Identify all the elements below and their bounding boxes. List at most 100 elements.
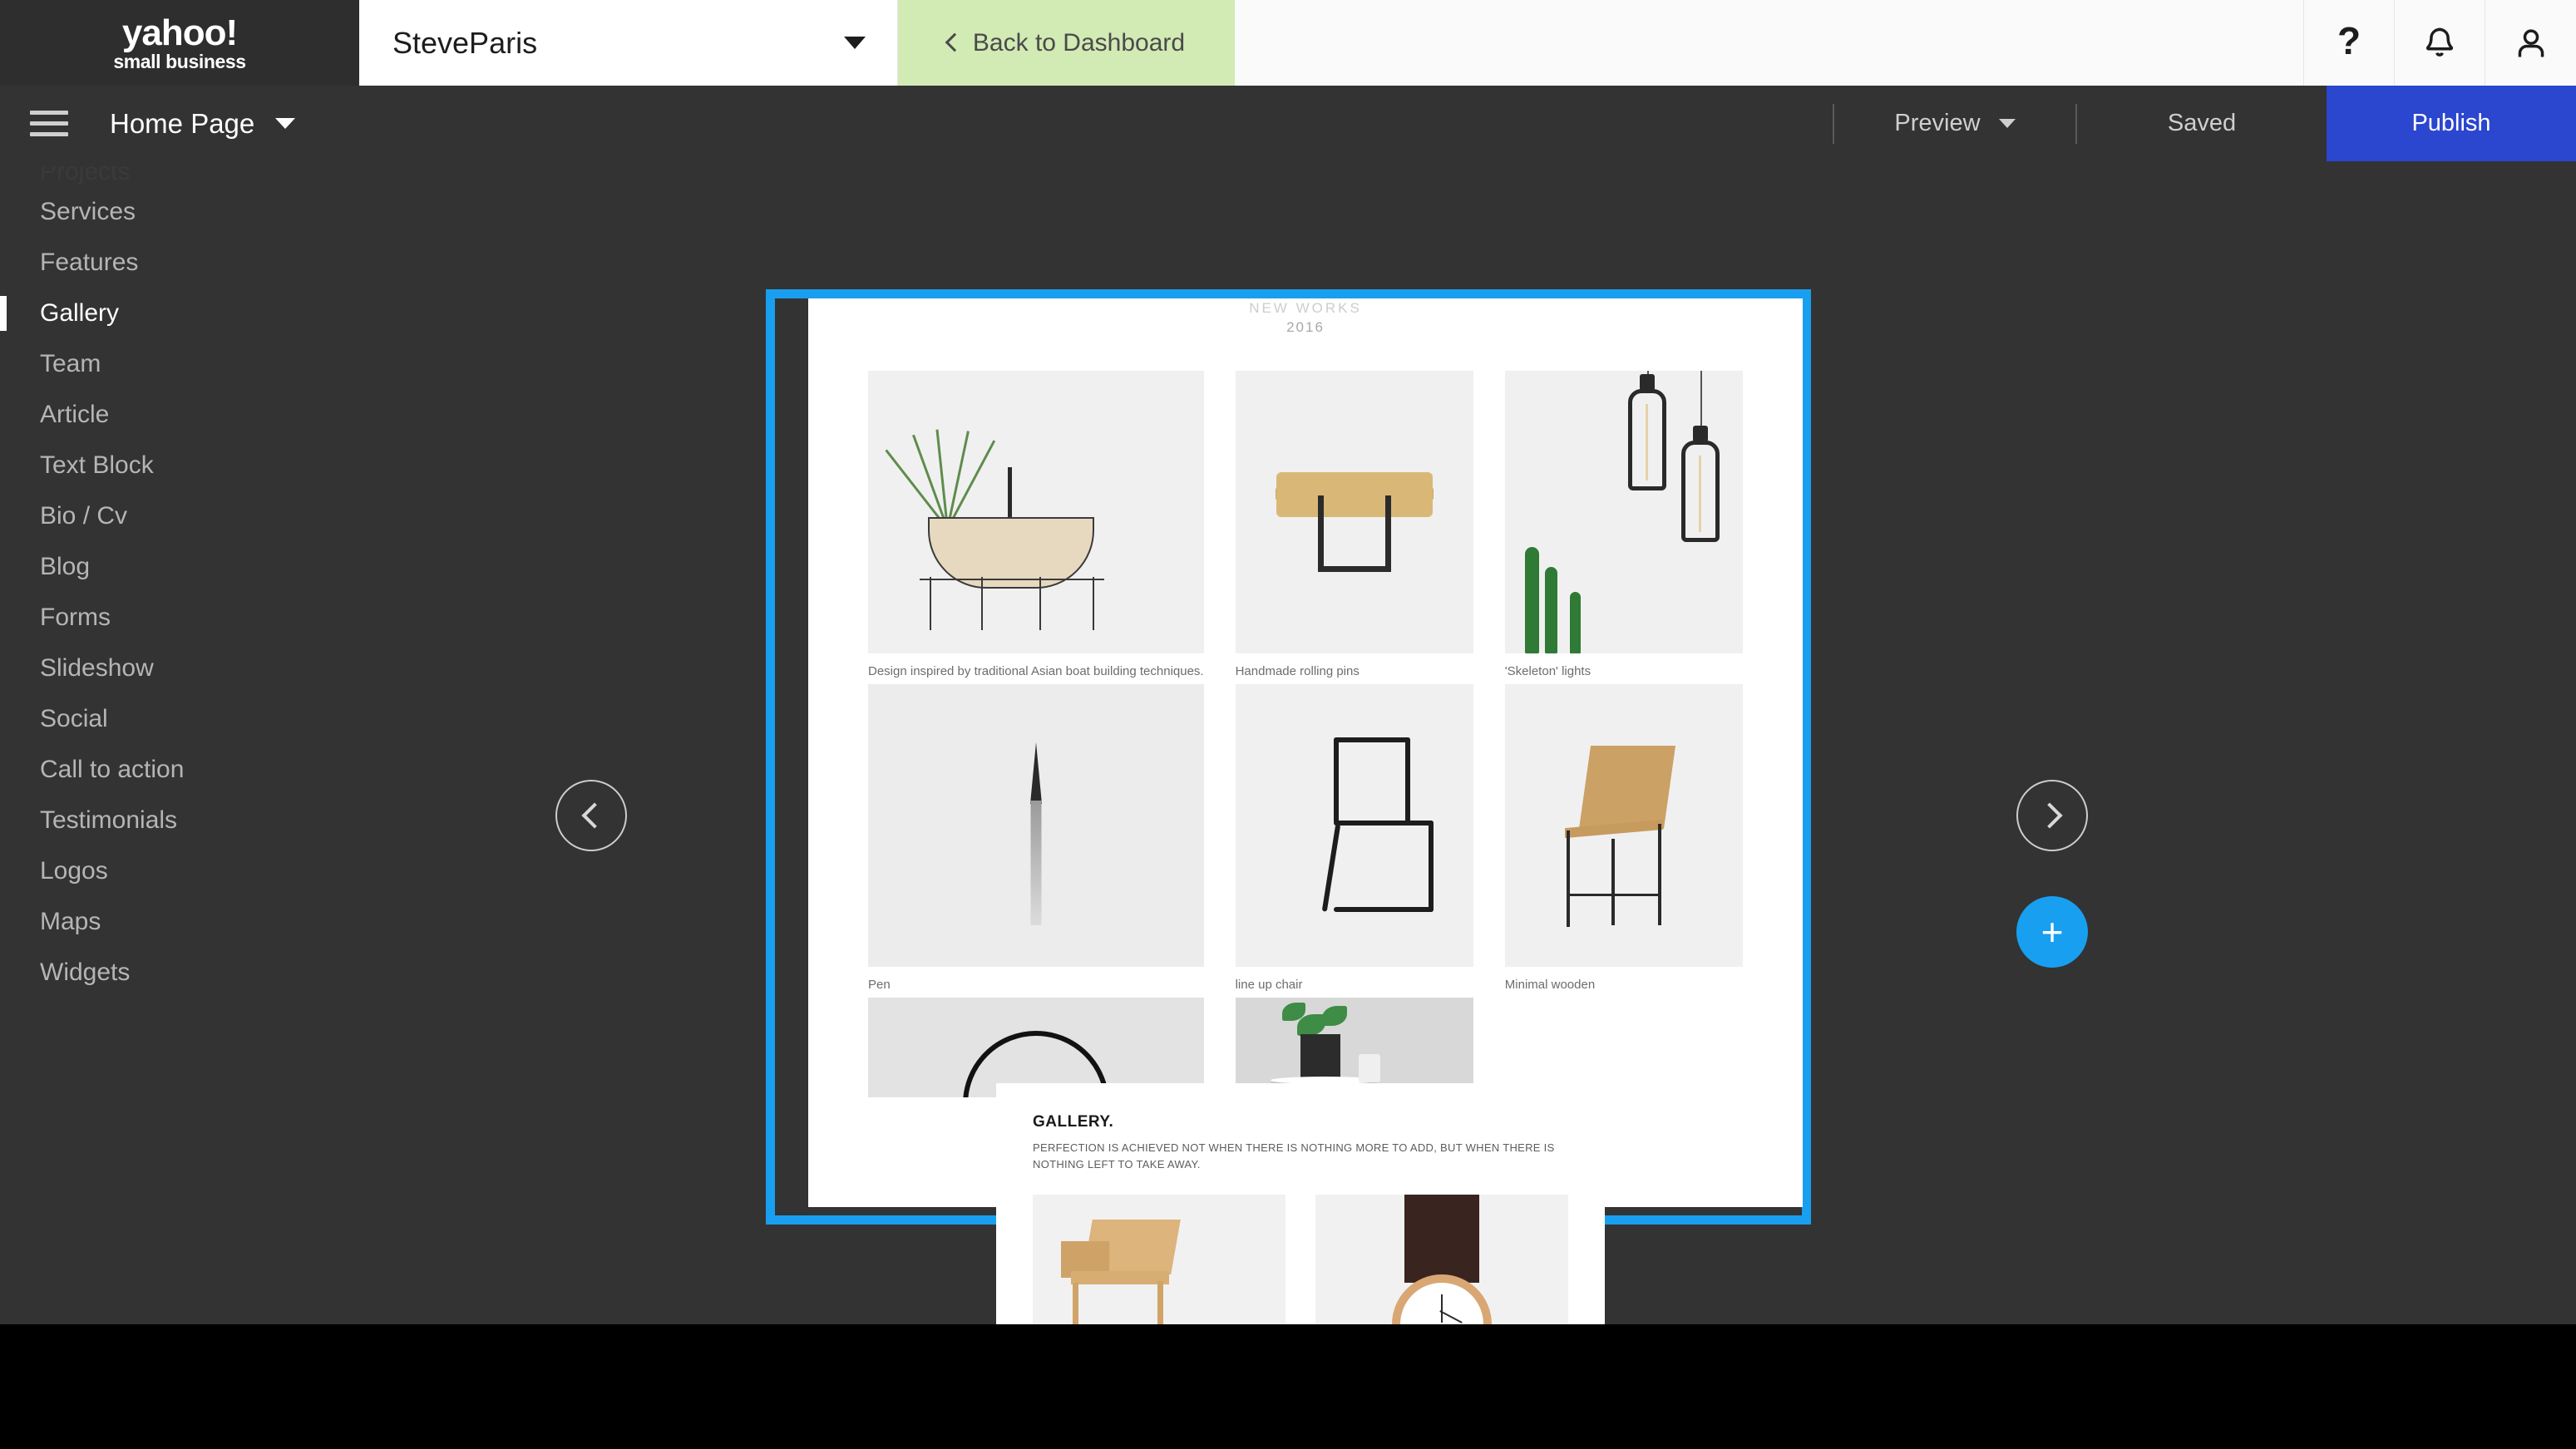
top-bar: yahoo! small business SteveParis Back to… — [0, 0, 2576, 86]
gallery-image-rolling-pins[interactable] — [1235, 371, 1473, 653]
gallery-tile[interactable]: Handmade rolling pins — [1235, 371, 1473, 684]
gallery-tile[interactable]: Minimal wooden — [1504, 684, 1743, 998]
skeleton-lights-illustration — [1505, 371, 1743, 653]
question-mark-icon: ? — [2337, 21, 2361, 62]
gallery-image-minimal-wooden[interactable] — [1504, 684, 1743, 967]
sidebar-item-social[interactable]: Social — [0, 693, 382, 744]
sidebar-item-text-block[interactable]: Text Block — [0, 440, 382, 490]
gallery-section-preview: NEW WORKS 2016 Design inspired by tradit… — [808, 298, 1803, 1207]
next-section-button[interactable] — [2016, 780, 2088, 851]
pen-illustration — [868, 684, 1204, 967]
element-sidebar[interactable]: Projects Services Features Gallery Team … — [0, 161, 382, 1324]
image-wristwatch[interactable] — [1315, 1195, 1568, 1324]
gallery-caption: line up chair — [1235, 978, 1303, 992]
toolbar-right-group: Preview Saved Publish — [1833, 86, 2576, 161]
gallery-tile[interactable]: Pen — [868, 684, 1204, 998]
chair-front-leg — [1428, 821, 1434, 912]
chair-stretcher — [1333, 907, 1434, 912]
sidebar-item-testimonials[interactable]: Testimonials — [0, 795, 382, 845]
gallery-header: NEW WORKS 2016 — [808, 298, 1803, 336]
chair-leg — [1657, 824, 1661, 925]
publish-button[interactable]: Publish — [2327, 86, 2576, 161]
chevron-down-icon[interactable] — [275, 118, 296, 129]
logo-line-2: small business — [113, 50, 246, 72]
page-selector-label[interactable]: Home Page — [110, 108, 254, 140]
site-selector[interactable]: SteveParis — [359, 0, 898, 86]
next-section-tile[interactable] — [1315, 1195, 1568, 1324]
chevron-right-icon — [2036, 802, 2063, 829]
yahoo-small-business-logo[interactable]: yahoo! small business — [0, 0, 359, 86]
sidebar-item-forms[interactable]: Forms — [0, 592, 382, 643]
gallery-caption: 'Skeleton' lights — [1504, 664, 1591, 678]
preview-button[interactable]: Preview — [1834, 86, 2075, 161]
sidebar-item-slideshow[interactable]: Slideshow — [0, 643, 382, 693]
gallery-image-line-up-chair[interactable] — [1235, 684, 1473, 967]
chair-leg — [1157, 1281, 1163, 1324]
gallery-image-arch[interactable] — [868, 998, 1204, 1097]
account-button[interactable] — [2485, 0, 2576, 86]
pin-stand — [1317, 495, 1391, 572]
plant-table-illustration — [1236, 998, 1473, 1097]
logo-line-1: yahoo! — [121, 12, 238, 53]
sidebar-item-widgets[interactable]: Widgets — [0, 947, 382, 998]
bottom-letterbox — [0, 1324, 2576, 1449]
hamburger-bar — [30, 111, 68, 115]
gallery-caption: Minimal wooden — [1504, 978, 1596, 992]
notifications-button[interactable] — [2395, 0, 2485, 86]
chair-seat — [1071, 1271, 1169, 1285]
hamburger-bar — [30, 121, 68, 126]
chevron-down-icon — [844, 37, 866, 49]
help-button[interactable]: ? — [2304, 0, 2395, 86]
gallery-image-pen[interactable] — [868, 684, 1204, 967]
user-account-icon — [2518, 28, 2544, 57]
sidebar-item-gallery[interactable]: Gallery — [0, 288, 382, 338]
sidebar-item-call-to-action[interactable]: Call to action — [0, 744, 382, 795]
chevron-down-icon — [1998, 119, 2016, 128]
notification-bell-icon — [2425, 27, 2454, 57]
next-section-grid — [1033, 1195, 1568, 1324]
plant-decor — [885, 421, 996, 530]
site-name: SteveParis — [392, 25, 538, 60]
chair-back-post — [1404, 737, 1410, 824]
back-to-dashboard-label: Back to Dashboard — [972, 28, 1186, 57]
editor-toolbar: Home Page Preview Saved Publish — [0, 86, 2576, 161]
sidebar-item-features[interactable]: Features — [0, 237, 382, 288]
sidebar-item-logos[interactable]: Logos — [0, 845, 382, 896]
cactus — [1544, 567, 1557, 653]
editor-canvas: + NEW WORKS 2016 Design inspired by trad… — [382, 161, 2576, 1324]
arch-illustration — [868, 998, 1204, 1097]
back-to-dashboard-button[interactable]: Back to Dashboard — [898, 0, 1235, 86]
gallery-tile[interactable]: 'Skeleton' lights — [1504, 371, 1743, 684]
gallery-tile[interactable]: line up chair — [1235, 684, 1473, 998]
tub-leg — [930, 577, 931, 630]
gallery-image-plant-table[interactable] — [1235, 998, 1473, 1097]
pen-body — [1030, 801, 1042, 925]
gallery-tile[interactable]: Design inspired by traditional Asian boa… — [868, 371, 1204, 684]
sidebar-item-blog[interactable]: Blog — [0, 541, 382, 592]
gallery-image-skeleton-lights[interactable] — [1504, 371, 1743, 653]
gallery-grid: Design inspired by traditional Asian boa… — [808, 336, 1803, 1128]
add-section-button[interactable]: + — [2016, 896, 2088, 968]
sidebar-item-bio-cv[interactable]: Bio / Cv — [0, 490, 382, 541]
sidebar-item-maps[interactable]: Maps — [0, 896, 382, 947]
image-wooden-armchair[interactable] — [1033, 1195, 1286, 1324]
sidebar-item-team[interactable]: Team — [0, 338, 382, 389]
sidebar-item-services[interactable]: Services — [0, 186, 382, 237]
gallery-image-empty[interactable] — [1504, 998, 1743, 1097]
sidebar-item-partial[interactable]: Projects — [0, 166, 382, 186]
chair-rear-leg — [1321, 824, 1340, 912]
gallery-image-bathtub[interactable] — [868, 371, 1204, 653]
tub-leg — [1093, 577, 1094, 630]
next-section-tile[interactable] — [1033, 1195, 1286, 1324]
faucet — [1008, 467, 1012, 519]
hamburger-menu-icon[interactable] — [30, 104, 68, 143]
chair-back-post — [1333, 737, 1339, 824]
top-bar-spacer — [1235, 0, 2304, 86]
chair-stretcher — [1566, 894, 1661, 896]
next-gallery-section[interactable]: GALLERY. PERFECTION IS ACHIEVED NOT WHEN… — [996, 1083, 1605, 1324]
gallery-caption: Design inspired by traditional Asian boa… — [868, 664, 1204, 678]
sidebar-item-article[interactable]: Article — [0, 389, 382, 440]
chair-leg — [1611, 839, 1615, 925]
gallery-caption: Handmade rolling pins — [1235, 664, 1360, 678]
previous-section-button[interactable] — [555, 780, 627, 851]
